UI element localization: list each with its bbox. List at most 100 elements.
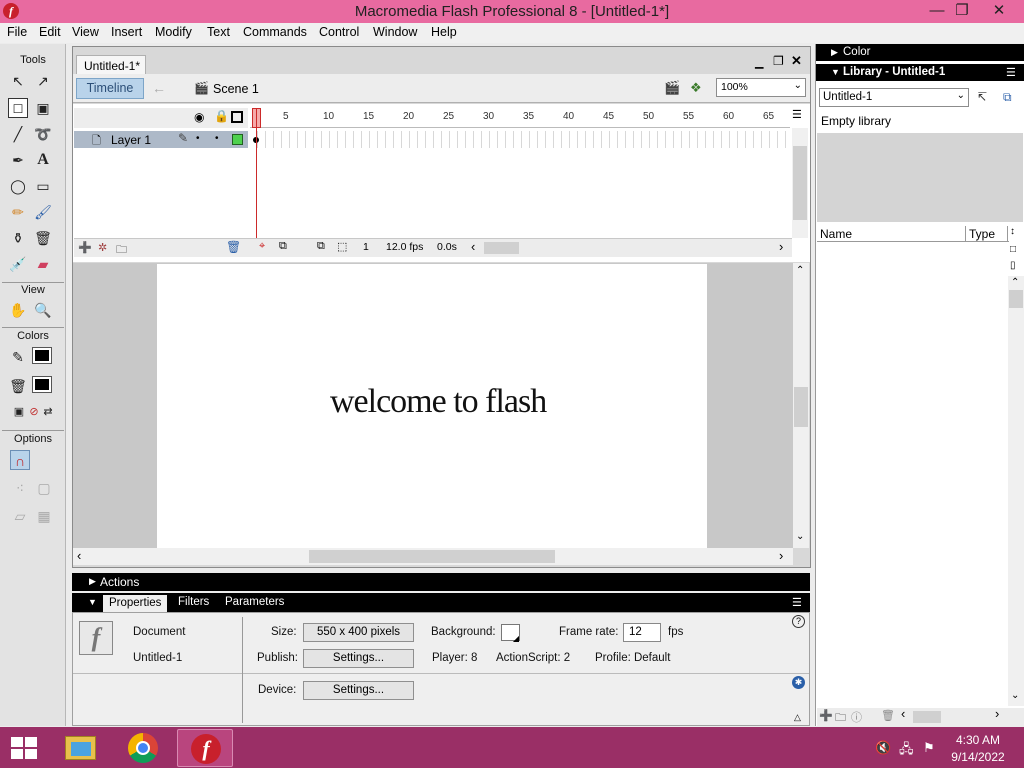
stage-text[interactable]: welcome to flash	[330, 383, 547, 421]
outline-icon[interactable]	[231, 111, 243, 123]
library-vscrollbar[interactable]: ⌃ ⌄	[1008, 276, 1024, 706]
clock-date[interactable]: 9/14/2022	[945, 750, 1011, 764]
add-guide-icon[interactable]: ✲	[98, 241, 107, 254]
timeline-menu-icon[interactable]: ☰	[792, 108, 802, 121]
sort-order-icon[interactable]: ↕	[1010, 226, 1015, 237]
document-tab[interactable]: Untitled-1*	[76, 55, 146, 74]
menu-commands[interactable]: Commands	[243, 25, 307, 39]
flash-taskbar-icon[interactable]: f	[177, 729, 233, 767]
file-explorer-icon[interactable]	[52, 729, 108, 767]
lib-scroll-left-icon[interactable]: ‹	[901, 706, 905, 721]
doc-close-icon[interactable]: ✕	[791, 53, 802, 69]
text-tool-icon[interactable]: A	[33, 150, 53, 170]
menu-file[interactable]: File	[7, 25, 27, 39]
brush-tool-icon[interactable]: 🖌	[33, 202, 53, 222]
stage-vscrollbar[interactable]: ⌃ ⌄	[793, 263, 809, 548]
eraser-tool-icon[interactable]: ▰	[33, 254, 53, 274]
library-menu-icon[interactable]: ☰	[1006, 66, 1016, 79]
stage-vscroll-thumb[interactable]	[794, 387, 808, 427]
onion-outline-icon[interactable]: ⧉	[317, 240, 325, 253]
pen-tool-icon[interactable]: ✒	[8, 150, 28, 170]
stage-scroll-right-icon[interactable]: ›	[779, 548, 783, 563]
clock-time[interactable]: 4:30 AM	[945, 733, 1011, 747]
accessibility-icon[interactable]: ✱	[792, 676, 805, 689]
doc-restore-icon[interactable]: ❐	[773, 54, 784, 68]
eye-icon[interactable]: ◉	[194, 110, 204, 124]
stroke-color-swatch[interactable]	[32, 347, 52, 364]
add-folder-icon[interactable]: 🗀	[116, 241, 127, 260]
ink-bottle-tool-icon[interactable]: ⚱	[8, 228, 28, 248]
layer-name[interactable]: Layer 1	[111, 133, 151, 147]
menu-control[interactable]: Control	[319, 25, 359, 39]
tab-parameters[interactable]: Parameters	[225, 596, 284, 608]
layer-visible-dot[interactable]: •	[196, 133, 200, 144]
free-transform-tool-icon[interactable]: ☐	[8, 98, 28, 118]
actions-panel-header[interactable]: ▶ Actions	[72, 573, 810, 591]
device-settings-button[interactable]: Settings...	[303, 681, 414, 700]
collapse-arrow-icon[interactable]: ▼	[88, 597, 97, 607]
stage-hscrollbar[interactable]: ‹ ›	[73, 548, 793, 565]
library-hscroll-thumb[interactable]	[913, 711, 941, 723]
menu-text[interactable]: Text	[207, 25, 230, 39]
color-panel-header[interactable]: ▶ Color	[816, 44, 1024, 61]
pin-library-icon[interactable]: ↸	[977, 90, 987, 104]
action-center-icon[interactable]: ⚑	[923, 740, 935, 756]
lib-scroll-right-icon[interactable]: ›	[995, 706, 999, 721]
menu-help[interactable]: Help	[431, 25, 457, 39]
menu-window[interactable]: Window	[373, 25, 417, 39]
delete-layer-icon[interactable]: 🗑	[226, 240, 241, 254]
tab-filters[interactable]: Filters	[178, 596, 209, 608]
zoom-select[interactable]: 100% ⌄	[716, 78, 806, 97]
properties-icon[interactable]: ⓘ	[851, 709, 862, 725]
edit-symbols-icon[interactable]: ❖	[690, 80, 702, 96]
timeline-vscrollbar[interactable]	[792, 128, 808, 238]
menu-insert[interactable]: Insert	[111, 25, 142, 39]
menu-modify[interactable]: Modify	[155, 25, 192, 39]
zoom-tool-icon[interactable]: 🔍	[33, 300, 53, 320]
center-frame-icon[interactable]: ⌖	[259, 240, 265, 253]
swap-colors-icon[interactable]: ⇄	[38, 402, 58, 422]
line-tool-icon[interactable]: ╱	[8, 124, 28, 144]
lib-scroll-up-icon[interactable]: ⌃	[1011, 277, 1019, 288]
scroll-down-icon[interactable]: ⌄	[796, 531, 804, 542]
new-symbol-icon[interactable]: ➕	[819, 709, 833, 722]
new-folder-icon[interactable]: 🗀	[835, 709, 846, 728]
panel-menu-icon[interactable]: ☰	[792, 596, 802, 609]
timeline-toggle-button[interactable]: Timeline	[76, 78, 144, 99]
doc-minimize-icon[interactable]: ▁	[755, 56, 763, 69]
edit-multiple-icon[interactable]: ⬚	[337, 240, 347, 253]
edit-scene-icon[interactable]: 🎬	[664, 80, 680, 96]
size-button[interactable]: 550 x 400 pixels	[303, 623, 414, 642]
col-type[interactable]: Type	[969, 227, 995, 241]
col-name[interactable]: Name	[820, 227, 852, 241]
pencil-tool-icon[interactable]: ✏	[8, 202, 28, 222]
narrow-view-icon[interactable]: ▯	[1010, 260, 1016, 271]
add-layer-icon[interactable]: ➕	[78, 241, 92, 254]
hand-tool-icon[interactable]: ✋	[8, 300, 28, 320]
library-vscroll-thumb[interactable]	[1009, 290, 1023, 308]
volume-muted-icon[interactable]: 🔇	[875, 740, 891, 756]
lasso-tool-icon[interactable]: ➰	[33, 124, 53, 144]
chrome-icon[interactable]	[115, 729, 171, 767]
frame-ruler[interactable]: 15101520253035404550556065	[250, 108, 790, 128]
layer-outline-color[interactable]	[232, 134, 243, 145]
windows-start-icon[interactable]	[11, 737, 37, 759]
frame-rate-input[interactable]: 12	[623, 623, 661, 642]
fill-transform-tool-icon[interactable]: ▣	[33, 98, 53, 118]
menu-edit[interactable]: Edit	[39, 25, 61, 39]
scroll-up-icon[interactable]: ⌃	[796, 265, 804, 276]
background-color-swatch[interactable]: ◢	[501, 624, 520, 643]
help-icon[interactable]: ?	[792, 615, 805, 628]
layer-lock-dot[interactable]: •	[215, 133, 219, 144]
restore-button[interactable]: ❐	[945, 0, 979, 22]
onion-skin-icon[interactable]: ⧉	[279, 240, 287, 253]
delete-item-icon[interactable]: 🗑	[881, 709, 895, 722]
wide-view-icon[interactable]: □	[1010, 244, 1016, 255]
lock-icon[interactable]: 🔒	[214, 109, 229, 123]
layer-row[interactable]: 🗋 Layer 1 ✎ • •	[74, 131, 248, 148]
close-button[interactable]: ✕	[982, 0, 1016, 22]
tab-properties[interactable]: Properties	[103, 595, 168, 612]
fill-color-swatch[interactable]	[32, 376, 52, 393]
publish-settings-button[interactable]: Settings...	[303, 649, 414, 668]
menu-view[interactable]: View	[72, 25, 99, 39]
